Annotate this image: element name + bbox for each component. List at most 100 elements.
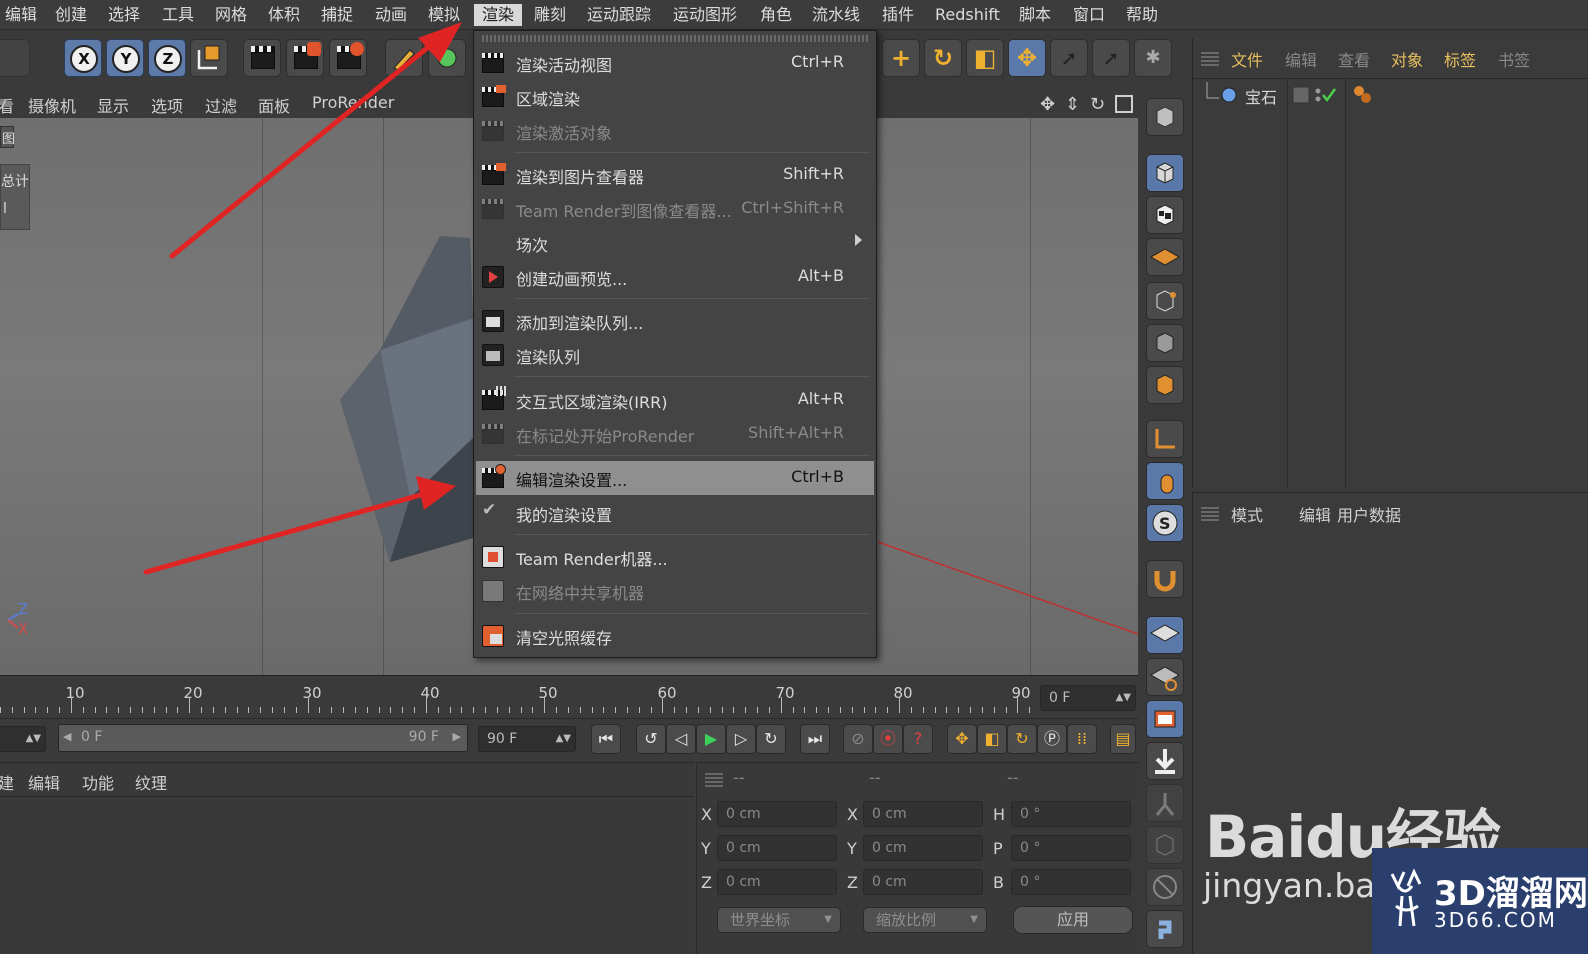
previous-frame-button[interactable]: ◁ (666, 724, 696, 754)
scale-tool-button[interactable]: ◧ (966, 39, 1004, 77)
size-y-field[interactable]: 0 cm (863, 835, 983, 861)
menu-character[interactable]: 角色 (755, 4, 797, 26)
record-keys-button[interactable]: ⊘ (843, 724, 873, 754)
panel-grip-icon[interactable] (1201, 50, 1219, 66)
timeline-ruler[interactable]: 10 20 30 40 50 60 70 80 90 0 F ▲▼ (0, 677, 1138, 719)
menu-simulate[interactable]: 模拟 (423, 4, 465, 26)
menu-edit[interactable]: 编辑 (0, 4, 42, 26)
pos-x-field[interactable]: 0 cm (717, 801, 837, 827)
edges-mode-button[interactable] (1146, 324, 1184, 362)
live-selection-button[interactable]: ✥ (1008, 39, 1046, 77)
material-tag-icon[interactable] (1351, 83, 1375, 107)
objmgr-menu-objects[interactable]: 对象 (1391, 47, 1423, 71)
extra-tool-button[interactable]: ✱ (1134, 39, 1172, 77)
key-rotation-button[interactable]: ↻ (1007, 724, 1037, 754)
key-parameter-button[interactable]: Ⓟ (1037, 724, 1067, 754)
menu-redshift[interactable]: Redshift (930, 4, 1005, 26)
menu-sculpt[interactable]: 雕刻 (529, 4, 571, 26)
mat-menu-edit[interactable]: 编辑 (28, 770, 60, 794)
model-mode-button[interactable] (1146, 98, 1184, 136)
previous-key-button[interactable]: ↺ (636, 724, 666, 754)
next-key-button[interactable]: ↻ (756, 724, 786, 754)
cube-outline-button[interactable] (1146, 826, 1184, 864)
objmgr-menu-bookmarks[interactable]: 书签 (1498, 47, 1530, 71)
menu-window[interactable]: 窗口 (1068, 4, 1110, 26)
points-mode-button[interactable] (1146, 282, 1184, 320)
autokey-button[interactable]: ⦿ (873, 724, 903, 754)
attr-menu-userdata[interactable]: 用户数据 (1337, 502, 1401, 526)
viewport-menu-filter[interactable]: 过滤 (205, 93, 237, 117)
menu-plugins[interactable]: 插件 (877, 4, 919, 26)
menu-pipeline[interactable]: 流水线 (807, 4, 865, 26)
mat-menu-function[interactable]: 功能 (82, 770, 114, 794)
viewport-menu-panel[interactable]: 面板 (258, 93, 290, 117)
pos-z-field[interactable]: 0 cm (717, 869, 837, 895)
menu-item-region-render[interactable]: 区域渲染 (476, 80, 874, 114)
viewport-menu-view[interactable]: 看 (0, 93, 14, 117)
mat-menu-texture[interactable]: 纹理 (135, 770, 167, 794)
coordinate-system-button[interactable] (190, 39, 228, 77)
tweak-mode-button[interactable] (1146, 462, 1184, 500)
menu-motion-tracking[interactable]: 运动跟踪 (582, 4, 656, 26)
viewport-menu-camera[interactable]: 摄像机 (28, 93, 76, 117)
select-tool-button[interactable]: ➚ (1050, 39, 1088, 77)
menu-render[interactable]: 渲染 (474, 4, 523, 26)
menu-snap[interactable]: 捕捉 (316, 4, 358, 26)
menu-item-make-preview[interactable]: 创建动画预览... Alt+B (476, 260, 874, 294)
menu-item-edit-render-settings[interactable]: 编辑渲染设置... Ctrl+B (476, 461, 874, 495)
next-frame-button[interactable]: ▷ (726, 724, 756, 754)
coordinate-mode-dropdown[interactable]: 世界坐标 ▼ (717, 907, 841, 933)
object-row-gem[interactable]: 宝石 (1193, 82, 1588, 108)
size-x-field[interactable]: 0 cm (863, 801, 983, 827)
menu-help[interactable]: 帮助 (1121, 4, 1163, 26)
objmgr-menu-file[interactable]: 文件 (1231, 47, 1263, 71)
menu-item-team-render-machines[interactable]: Team Render机器... (476, 540, 874, 574)
attr-menu-edit[interactable]: 编辑 (1299, 502, 1331, 526)
polygons-mode-button[interactable] (1146, 366, 1184, 404)
workplane-mode-button[interactable] (1146, 238, 1184, 276)
menu-tearoff-handle[interactable] (482, 35, 870, 42)
x-axis-lock-button[interactable]: X (64, 39, 102, 77)
menu-volume[interactable]: 体积 (263, 4, 305, 26)
cube-primitive-button[interactable] (428, 39, 466, 77)
viewport-solo-button[interactable] (1146, 700, 1184, 738)
menu-create[interactable]: 创建 (50, 4, 92, 26)
planar-workplane-button[interactable] (1146, 658, 1184, 696)
max-frame-field[interactable]: 90 F ▲▼ (478, 726, 576, 752)
scale-mode-dropdown[interactable]: 缩放比例 ▼ (863, 907, 987, 933)
menu-item-takes[interactable]: 场次 (476, 226, 874, 260)
key-position-button[interactable]: ✥ (947, 724, 977, 754)
rot-h-field[interactable]: 0 ° (1011, 801, 1131, 827)
objmgr-menu-edit[interactable]: 编辑 (1285, 47, 1317, 71)
menu-script[interactable]: 脚本 (1014, 4, 1056, 26)
select-tool-2-button[interactable]: ➚ (1092, 39, 1130, 77)
menu-item-render-to-picture-viewer[interactable]: 渲染到图片查看器 Shift+R (476, 158, 874, 192)
rot-b-field[interactable]: 0 ° (1011, 869, 1131, 895)
panel-grip-icon[interactable] (1201, 505, 1219, 521)
move-tool-button[interactable]: + (882, 39, 920, 77)
keyframe-selection-button[interactable]: ? (903, 724, 933, 754)
menu-item-render-queue[interactable]: 渲染队列 (476, 338, 874, 372)
render-to-picture-viewer-button[interactable] (286, 39, 324, 77)
object-mode-button[interactable] (1146, 154, 1184, 192)
rotate-tool-button[interactable]: ↻ (924, 39, 962, 77)
import-button[interactable] (1146, 742, 1184, 780)
menu-item-my-render-setting[interactable]: ✔ 我的渲染设置 (476, 496, 874, 530)
menu-animate[interactable]: 动画 (370, 4, 412, 26)
panel-grip-icon[interactable] (705, 771, 723, 787)
lock-workplane-button[interactable] (1146, 616, 1184, 654)
undo-button[interactable] (0, 39, 30, 77)
apply-button[interactable]: 应用 (1013, 906, 1133, 934)
object-visibility-icons[interactable] (1291, 85, 1339, 105)
mat-menu-create[interactable]: 建 (0, 770, 14, 794)
y-axis-lock-button[interactable]: Y (106, 39, 144, 77)
go-to-end-button[interactable]: ⏭ (800, 724, 830, 754)
viewport-menu-prorender[interactable]: ProRender (312, 93, 394, 112)
axis-mode-button[interactable] (1146, 420, 1184, 458)
timeline-window-button[interactable]: ▤ (1110, 724, 1136, 754)
render-settings-button[interactable] (329, 39, 367, 77)
snap-button[interactable] (1146, 560, 1184, 598)
solo-mode-button[interactable]: S (1146, 504, 1184, 542)
character-button[interactable] (1146, 784, 1184, 822)
frame-range-slider[interactable]: ◀ 0 F 90 F ▶ (58, 724, 468, 752)
